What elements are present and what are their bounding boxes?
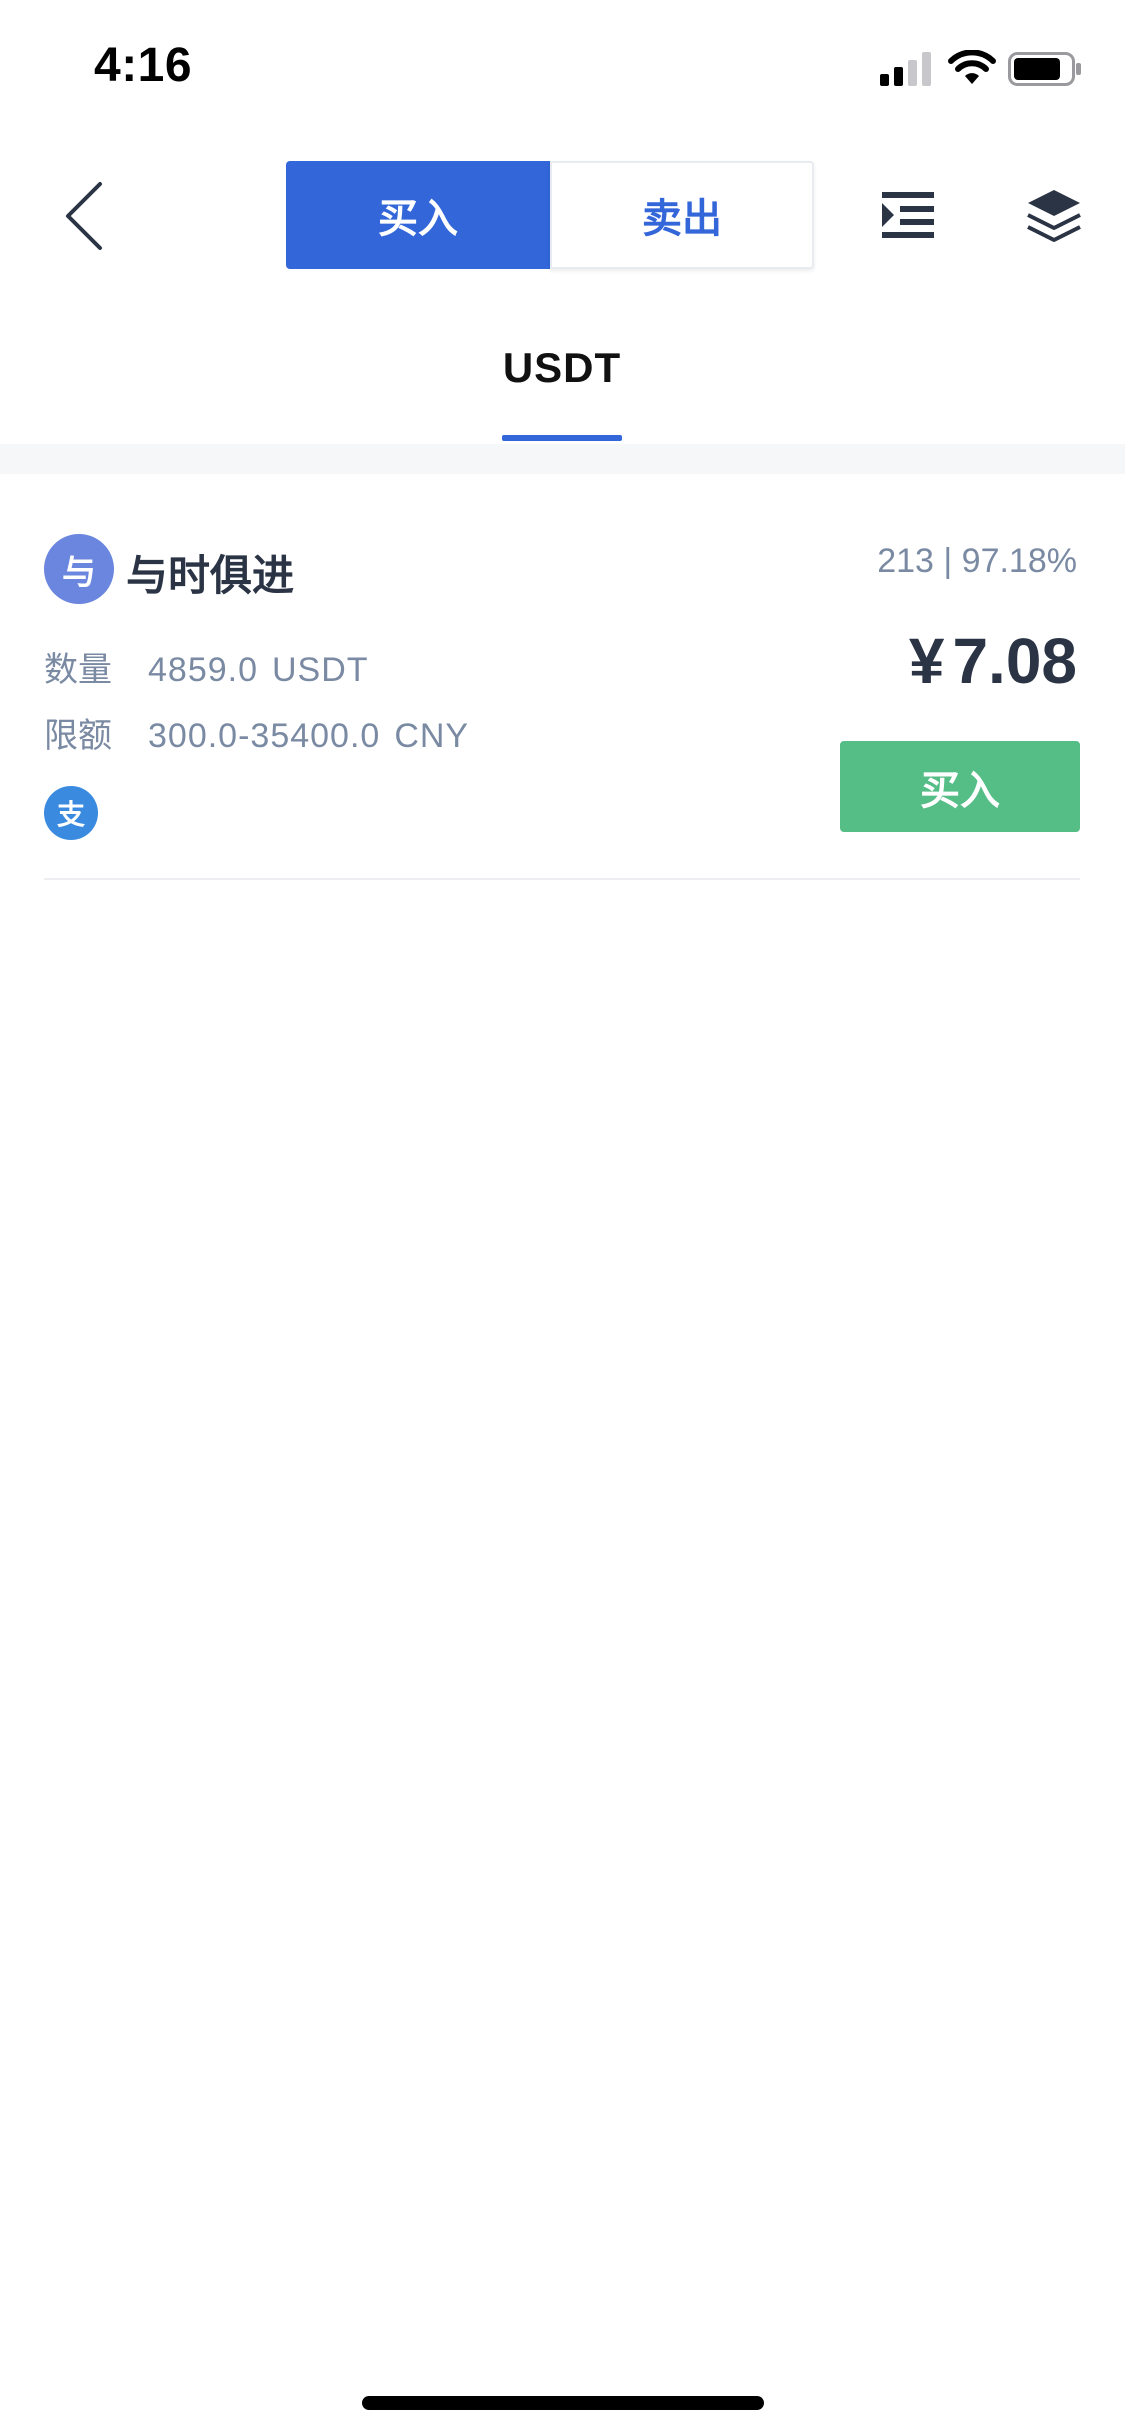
active-tab-indicator [502, 435, 622, 441]
limit-unit: CNY [394, 717, 470, 755]
alipay-icon: 支 [44, 786, 98, 840]
home-indicator[interactable] [362, 2396, 764, 2410]
merchant-stats: 213 | 97.18% [877, 542, 1077, 580]
divider [44, 878, 1080, 880]
section-divider [0, 444, 1125, 474]
wifi-icon [948, 50, 996, 84]
limit-label: 限额 [44, 717, 112, 755]
layers-icon[interactable] [1024, 186, 1084, 246]
indent-list-icon[interactable] [880, 190, 936, 240]
quantity-unit: USDT [272, 651, 369, 689]
buy-button[interactable]: 买入 [840, 741, 1080, 832]
status-bar: 4:16 [0, 0, 1125, 132]
battery-icon [1008, 52, 1081, 86]
back-icon[interactable] [56, 176, 116, 256]
limit-value: 300.0-35400.0 [148, 717, 381, 755]
currency-symbol: ¥ [908, 625, 945, 697]
tab-buy[interactable]: 买入 [286, 161, 550, 269]
status-time: 4:16 [94, 39, 193, 92]
coin-tab-usdt[interactable]: USDT [482, 334, 642, 444]
limit-row: 限额 300.0-35400.0 CNY [44, 708, 469, 757]
tab-sell[interactable]: 卖出 [550, 161, 814, 269]
quantity-label: 数量 [44, 651, 112, 689]
coin-tab-label: USDT [502, 344, 622, 391]
price-value: 7.08 [952, 625, 1077, 697]
quantity-row: 数量 4859.0 USDT [44, 642, 369, 691]
quantity-value: 4859.0 [148, 651, 258, 689]
ad-list-item: 与 与时俱进 213 | 97.18% 数量 4859.0 USDT 限额 300.0… [0, 474, 1125, 880]
merchant-name[interactable]: 与时俱进 [126, 542, 294, 603]
buy-sell-toggle: 买入 卖出 [286, 161, 814, 269]
unit-price: ¥7.08 [909, 624, 1077, 698]
cellular-signal-icon [880, 52, 931, 86]
avatar[interactable]: 与 [44, 534, 114, 604]
